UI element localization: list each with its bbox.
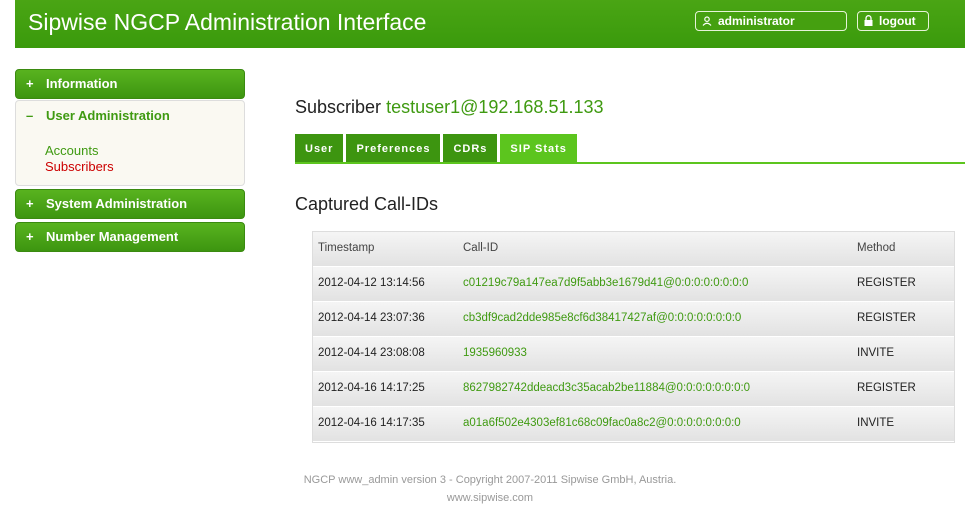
- table-row: 2012-04-14 23:07:36 cb3df9cad2dde985e8cf…: [313, 302, 954, 337]
- top-header: Sipwise NGCP Administration Interface ad…: [15, 0, 965, 48]
- lock-icon: [864, 15, 873, 26]
- table-row: 2012-04-16 14:17:35 a01a6f502e4303ef81c6…: [313, 407, 954, 442]
- sidebar-section-user-administration: – User Administration Accounts Subscriber…: [15, 100, 245, 186]
- tab-sip-stats[interactable]: SIP Stats: [500, 134, 577, 162]
- call-id-link[interactable]: cb3df9cad2dde985e8cf6d38417427af@0:0:0:0…: [463, 302, 853, 336]
- footer-website-link[interactable]: www.sipwise.com: [2, 492, 976, 504]
- method-cell: REGISTER: [857, 277, 916, 289]
- tab-preferences[interactable]: Preferences: [346, 134, 441, 162]
- table-row: 2012-04-12 13:14:56 c01219c79a147ea7d9f5…: [313, 267, 954, 302]
- sidebar-item-information[interactable]: + Information: [15, 69, 245, 99]
- column-header-call-id: Call-ID: [463, 242, 499, 254]
- user-icon: [702, 16, 712, 26]
- timestamp-cell: 2012-04-16 14:17:35: [318, 417, 425, 429]
- sidebar-nav: + Information – User Administration Accoun…: [15, 69, 245, 252]
- method-cell: INVITE: [857, 347, 895, 359]
- tab-bar: User Preferences CDRs SIP Stats: [295, 134, 577, 162]
- footer-copyright: NGCP www_admin version 3 - Copyright 200…: [303, 474, 677, 486]
- app-title: Sipwise NGCP Administration Interface: [28, 9, 427, 35]
- expand-icon: +: [26, 196, 34, 211]
- subscriber-name: testuser1@192.168.51.133: [386, 97, 604, 117]
- tab-user[interactable]: User: [295, 134, 344, 162]
- table-row: 2012-04-14 23:08:08 1935960933 INVITE: [313, 337, 954, 372]
- user-account-button[interactable]: administrator: [695, 11, 847, 31]
- table-row: 2012-04-16 14:17:25 8627982742ddeacd3c35…: [313, 372, 954, 407]
- expand-icon: +: [26, 76, 34, 91]
- sidebar-item-label: System Administration: [46, 196, 188, 211]
- logout-button[interactable]: logout: [857, 11, 929, 31]
- collapse-icon: –: [26, 108, 34, 123]
- sidebar-sublinks: Accounts Subscribers: [16, 131, 244, 175]
- sidebar-item-user-administration[interactable]: – User Administration: [16, 101, 244, 131]
- call-ids-table: Timestamp Call-ID Method 2012-04-12 13:1…: [312, 231, 955, 443]
- timestamp-cell: 2012-04-14 23:07:36: [318, 312, 425, 324]
- column-header-method: Method: [857, 242, 896, 254]
- logout-label: logout: [879, 14, 916, 28]
- timestamp-cell: 2012-04-12 13:14:56: [318, 277, 425, 289]
- sidebar-link-subscribers[interactable]: Subscribers: [45, 159, 244, 175]
- sidebar-item-label: Number Management: [46, 229, 179, 244]
- timestamp-cell: 2012-04-14 23:08:08: [318, 347, 425, 359]
- sidebar-link-accounts[interactable]: Accounts: [45, 143, 244, 159]
- method-cell: REGISTER: [857, 312, 916, 324]
- expand-icon: +: [26, 229, 34, 244]
- timestamp-cell: 2012-04-16 14:17:25: [318, 382, 425, 394]
- sidebar-item-label: Information: [46, 76, 118, 91]
- call-id-link[interactable]: c01219c79a147ea7d9f5abb3e1679d41@0:0:0:0…: [463, 267, 853, 301]
- sidebar-item-label: User Administration: [46, 108, 170, 123]
- section-title: Captured Call-IDs: [295, 194, 439, 214]
- call-id-link[interactable]: 8627982742ddeacd3c35acab2be11884@0:0:0:0…: [463, 372, 853, 406]
- call-id-link[interactable]: a01a6f502e4303ef81c68c09fac0a8c2@0:0:0:0…: [463, 407, 853, 441]
- method-cell: INVITE: [857, 417, 895, 429]
- tab-underline: [295, 162, 965, 164]
- method-cell: REGISTER: [857, 382, 916, 394]
- table-header-row: Timestamp Call-ID Method: [313, 232, 954, 267]
- sidebar-item-number-management[interactable]: + Number Management: [15, 222, 245, 252]
- call-id-link[interactable]: 1935960933: [463, 337, 853, 371]
- subscriber-label: Subscriber: [295, 97, 382, 117]
- column-header-timestamp: Timestamp: [318, 242, 375, 254]
- username-label: administrator: [718, 14, 795, 28]
- sidebar-item-system-administration[interactable]: + System Administration: [15, 189, 245, 219]
- tab-cdrs[interactable]: CDRs: [443, 134, 498, 162]
- page-title: Subscriber testuser1@192.168.51.133: [295, 97, 604, 118]
